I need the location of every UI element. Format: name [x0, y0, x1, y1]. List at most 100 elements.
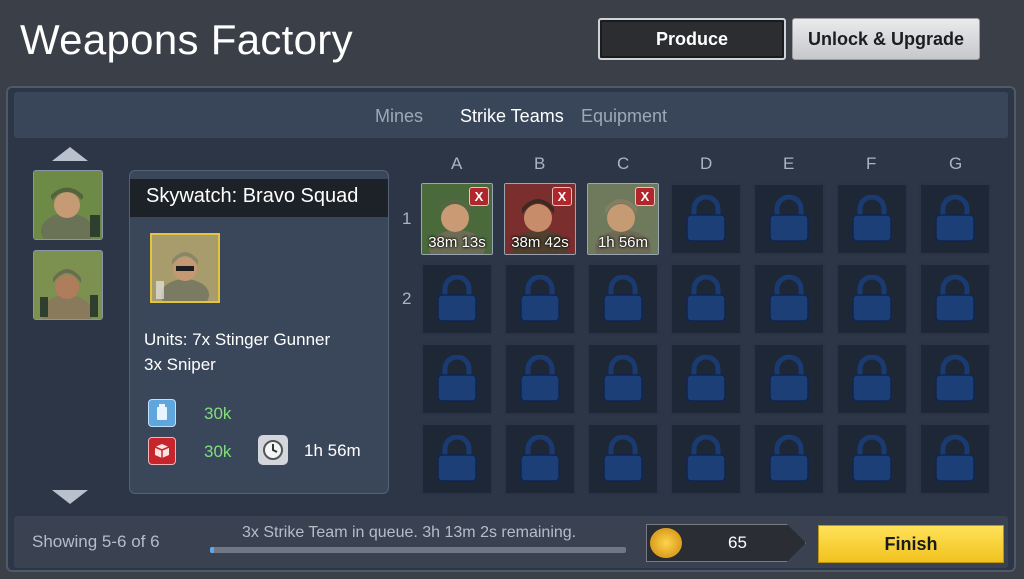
soldier-portrait-icon — [34, 251, 102, 319]
lock-icon — [933, 355, 977, 403]
soldier-portrait-icon — [152, 235, 218, 301]
scroll-up-arrow-icon[interactable] — [52, 147, 88, 161]
row-label: 2 — [402, 289, 412, 308]
lock-icon — [435, 355, 479, 403]
queue-footer: Showing 5-6 of 6 3x Strike Team in queue… — [14, 516, 1008, 568]
page-title: Weapons Factory — [20, 16, 353, 63]
unlock-upgrade-button[interactable]: Unlock & Upgrade — [792, 18, 980, 60]
lock-icon — [850, 355, 894, 403]
lock-icon — [684, 275, 728, 323]
locked-slot — [587, 343, 659, 415]
locked-slot — [421, 423, 493, 495]
pagination-status: Showing 5-6 of 6 — [32, 532, 160, 551]
column-label: F — [866, 154, 877, 173]
soldier-portrait-icon — [34, 171, 102, 239]
column-label: B — [534, 154, 546, 173]
lock-icon — [518, 435, 562, 483]
gold-coin-icon — [648, 526, 684, 560]
locked-slot — [836, 423, 908, 495]
build-time: 1h 56m — [304, 441, 361, 460]
locked-slot — [421, 263, 493, 335]
locked-slot — [919, 423, 991, 495]
locked-slot — [670, 423, 742, 495]
lock-icon — [684, 195, 728, 243]
oil-resource-icon — [148, 399, 176, 427]
queued-unit-slot[interactable]: X 38m 13s — [421, 183, 493, 255]
oil-cost: 30k — [204, 404, 232, 423]
units-line-2: 3x Sniper — [144, 355, 216, 374]
locked-slot — [670, 263, 742, 335]
locked-slot — [753, 343, 825, 415]
queue-status-text: 3x Strike Team in queue. 3h 13m 2s remai… — [242, 524, 577, 541]
column-label: A — [451, 154, 463, 173]
lock-icon — [601, 275, 645, 323]
locked-slot — [587, 263, 659, 335]
lock-icon — [518, 275, 562, 323]
lock-icon — [767, 355, 811, 403]
locked-slot — [504, 423, 576, 495]
lock-icon — [933, 435, 977, 483]
lock-icon — [850, 195, 894, 243]
lock-icon — [850, 275, 894, 323]
column-label: E — [783, 154, 795, 173]
units-line-1: Units: 7x Stinger Gunner — [144, 330, 331, 349]
factory-panel: Mines Strike Teams Equipment Skywatch: B… — [6, 86, 1016, 572]
strike-team-thumbnail-2[interactable] — [33, 250, 103, 320]
locked-slot — [919, 343, 991, 415]
tab-strike-teams[interactable]: Strike Teams — [460, 106, 564, 127]
locked-slot — [836, 263, 908, 335]
queued-unit-slot[interactable]: X 1h 56m — [587, 183, 659, 255]
row-label: 1 — [402, 209, 412, 228]
unit-composition: Units: 7x Stinger Gunner 3x Sniper — [144, 327, 330, 377]
locked-slot — [836, 343, 908, 415]
lock-icon — [435, 435, 479, 483]
finish-button[interactable]: Finish — [818, 525, 1004, 563]
lock-icon — [850, 435, 894, 483]
lock-icon — [435, 275, 479, 323]
cancel-unit-icon[interactable]: X — [469, 187, 489, 206]
supplies-cost: 30k — [204, 442, 232, 461]
cancel-unit-icon[interactable]: X — [635, 187, 655, 206]
queue-progress-bar — [210, 547, 626, 553]
locked-slot — [753, 263, 825, 335]
lock-icon — [601, 355, 645, 403]
supplies-resource-icon — [148, 437, 176, 465]
locked-slot — [753, 423, 825, 495]
column-label: C — [617, 154, 630, 173]
cancel-unit-icon[interactable]: X — [552, 187, 572, 206]
locked-slot — [504, 263, 576, 335]
column-label: D — [700, 154, 713, 173]
column-label: G — [949, 154, 963, 173]
locked-slot — [670, 343, 742, 415]
strike-team-detail-card: Skywatch: Bravo Squad Units: 7x Stinger … — [129, 170, 389, 494]
lock-icon — [684, 355, 728, 403]
lock-icon — [601, 435, 645, 483]
lock-icon — [767, 195, 811, 243]
unit-timer: 38m 13s — [428, 234, 486, 251]
unit-timer: 38m 42s — [511, 234, 569, 251]
strike-team-thumbnail-1[interactable] — [33, 170, 103, 240]
lock-icon — [767, 275, 811, 323]
locked-slot — [421, 343, 493, 415]
locked-slot — [836, 183, 908, 255]
locked-slot — [587, 423, 659, 495]
locked-slot — [753, 183, 825, 255]
gold-cost: 65 — [728, 533, 747, 552]
queued-unit-slot[interactable]: X 38m 42s — [504, 183, 576, 255]
tab-equipment[interactable]: Equipment — [581, 106, 667, 127]
unit-portrait — [150, 233, 220, 303]
queue-progress-fill — [210, 547, 215, 553]
tab-mines[interactable]: Mines — [375, 106, 423, 127]
clock-icon — [258, 435, 288, 465]
lock-icon — [518, 355, 562, 403]
lock-icon — [684, 435, 728, 483]
locked-slot — [504, 343, 576, 415]
scroll-down-arrow-icon[interactable] — [52, 490, 88, 504]
lock-icon — [933, 275, 977, 323]
strike-team-name: Skywatch: Bravo Squad — [130, 179, 388, 217]
locked-slot — [919, 263, 991, 335]
category-tabs: Mines Strike Teams Equipment — [14, 92, 1008, 138]
lock-icon — [933, 195, 977, 243]
produce-button[interactable]: Produce — [598, 18, 786, 60]
unit-timer: 1h 56m — [597, 234, 649, 251]
